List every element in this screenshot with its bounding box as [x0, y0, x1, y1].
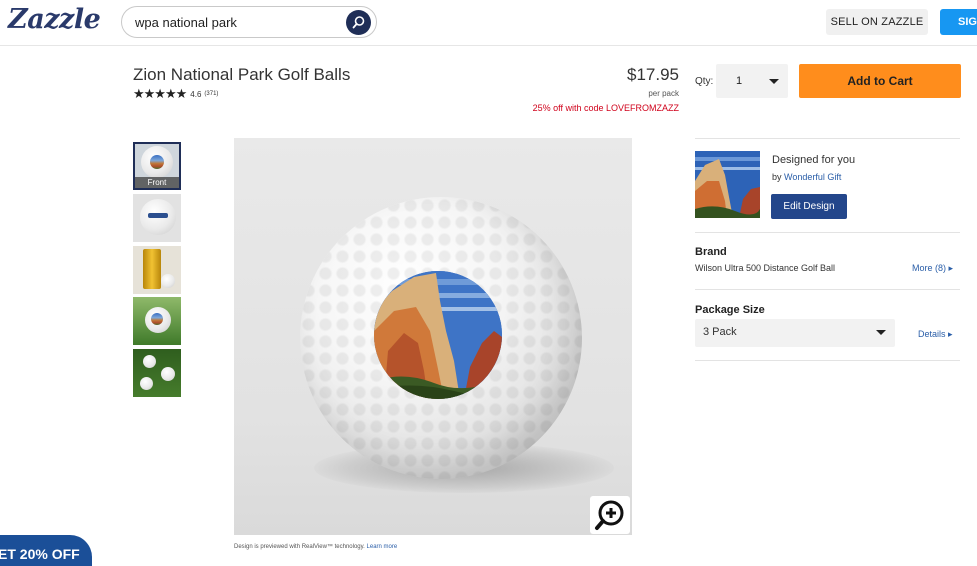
thumb-design-image [151, 313, 163, 325]
package-size-select[interactable]: 3 Pack [695, 319, 895, 347]
design-thumbnail[interactable] [695, 151, 760, 218]
learn-more-link[interactable]: Learn more [367, 544, 398, 550]
divider [695, 360, 960, 361]
package-size-heading: Package Size [695, 304, 765, 316]
zoom-in-icon [595, 500, 624, 530]
rating-stars-icon: ★★★★★ [133, 86, 187, 101]
search-button[interactable] [346, 10, 371, 35]
zion-canyon-illustration [374, 271, 502, 399]
qty-value: 1 [736, 75, 743, 87]
designer-byline: by Wonderful Gift [772, 172, 841, 182]
thumbnail-front[interactable]: Front [133, 142, 181, 190]
thumbnail-grass[interactable] [133, 297, 181, 345]
thumbnail-back[interactable] [133, 194, 181, 242]
thumb-ball-image [140, 377, 153, 390]
zion-design-preview [695, 151, 760, 218]
package-size-value: 3 Pack [703, 326, 737, 338]
chevron-down-icon [876, 330, 886, 335]
designer-link[interactable]: Wonderful Gift [784, 172, 841, 182]
divider [695, 232, 960, 233]
rating-value: 4.6 [190, 89, 202, 99]
brand-heading: Brand [695, 246, 727, 258]
discount-promo-tab[interactable]: ET 20% OFF [0, 535, 92, 566]
site-header: Zazzle wpa national park SELL ON ZAZZLE … [0, 0, 977, 46]
product-title: Zion National Park Golf Balls [133, 65, 351, 84]
designed-for-heading: Designed for you [772, 154, 856, 166]
thumb-box-image [143, 249, 161, 289]
divider [695, 289, 960, 290]
sell-on-zazzle-button[interactable]: SELL ON ZAZZLE [826, 9, 928, 35]
thumbnail-label: Front [135, 177, 179, 188]
rating-count[interactable]: (371) [204, 91, 218, 97]
qty-select[interactable]: 1 [716, 64, 788, 98]
add-to-cart-button[interactable]: Add to Cart [799, 64, 961, 98]
qty-label: Qty: [695, 76, 714, 87]
chevron-down-icon [769, 79, 779, 84]
golf-ball-image [300, 197, 582, 479]
sign-in-button[interactable]: SIG [940, 9, 977, 35]
main-product-image[interactable] [234, 138, 632, 535]
thumb-ball-image [143, 355, 156, 368]
zion-design-image [374, 271, 502, 399]
price-unit: per pack [648, 89, 679, 98]
edit-design-button[interactable]: Edit Design [771, 194, 847, 219]
divider [695, 138, 960, 139]
promo-code-text: 25% off with code LOVEFROMZAZZ [532, 103, 679, 113]
thumb-brand-mark [148, 213, 168, 218]
search-icon [352, 16, 365, 29]
thumb-design-image [150, 155, 164, 169]
search-bar[interactable]: wpa national park [121, 6, 377, 38]
realview-caption: Design is previewed with RealView™ techn… [234, 544, 397, 550]
thumb-ball-image [161, 367, 175, 381]
page: Zazzle wpa national park SELL ON ZAZZLE … [0, 0, 977, 566]
thumb-ball-image [161, 274, 175, 288]
by-label: by [772, 172, 782, 182]
thumbnail-three-balls[interactable] [133, 349, 181, 397]
search-input[interactable]: wpa national park [135, 15, 237, 30]
thumbnail-package[interactable] [133, 246, 181, 294]
more-brands-link[interactable]: More (8) ▸ [912, 263, 953, 274]
product-rating[interactable]: ★★★★★ 4.6 (371) [133, 86, 218, 102]
caption-text: Design is previewed with RealView™ techn… [234, 544, 365, 550]
product-price: $17.95 [627, 65, 679, 84]
package-details-link[interactable]: Details ▸ [918, 329, 953, 340]
zazzle-logo[interactable]: Zazzle [8, 4, 101, 35]
brand-value: Wilson Ultra 500 Distance Golf Ball [695, 263, 836, 273]
zoom-button[interactable] [590, 496, 630, 534]
